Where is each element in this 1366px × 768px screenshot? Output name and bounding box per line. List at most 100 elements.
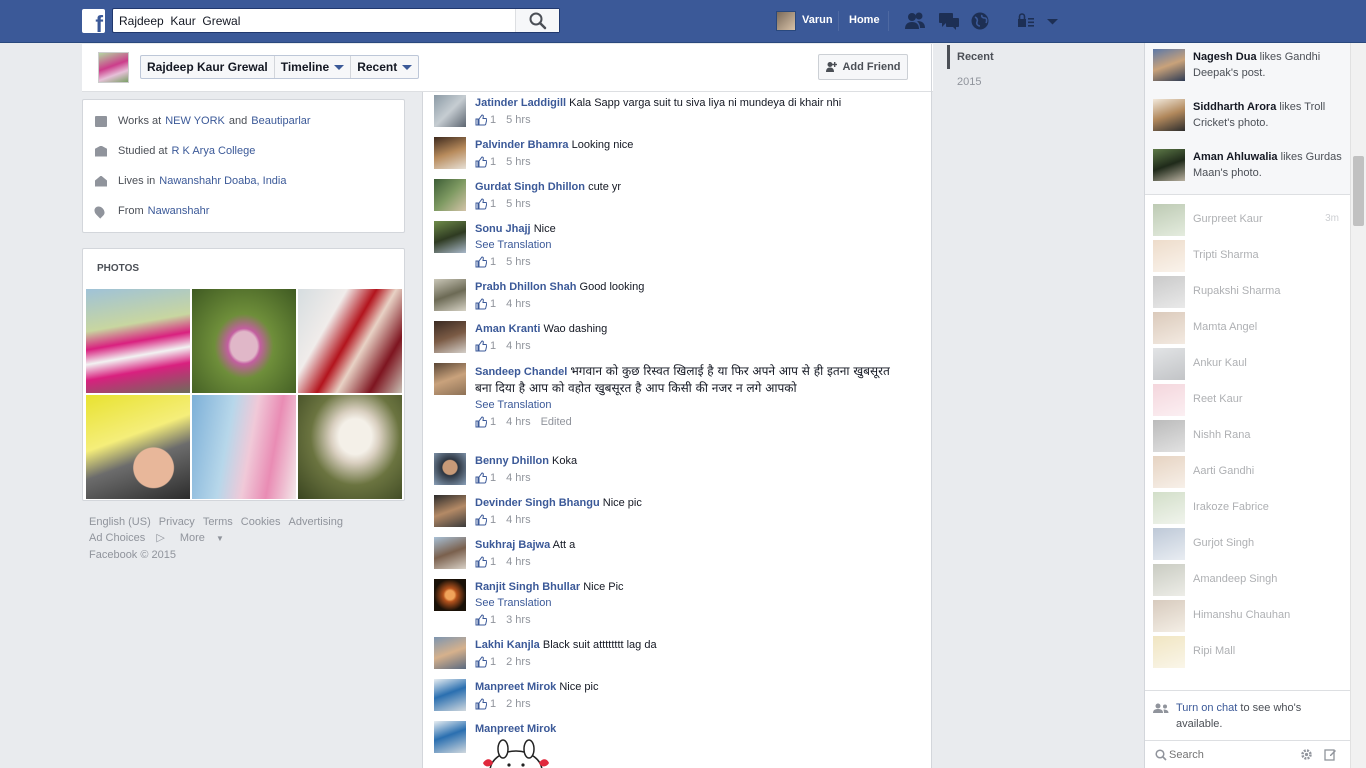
account-menu-chevron-down-icon[interactable] bbox=[1042, 11, 1064, 31]
comment-author-link[interactable]: Benny Dhillon bbox=[475, 455, 549, 467]
comment-timestamp[interactable]: 5 hrs bbox=[506, 254, 530, 270]
messages-icon[interactable] bbox=[938, 11, 960, 31]
comment-author-link[interactable]: Aman Kranti bbox=[475, 323, 540, 335]
turn-on-chat-link[interactable]: Turn on chat bbox=[1176, 702, 1237, 714]
comment-author-link[interactable]: Ranjit Singh Bhullar bbox=[475, 581, 580, 593]
ticker-name[interactable]: Nagesh Dua bbox=[1193, 51, 1257, 63]
commenter-avatar[interactable] bbox=[434, 363, 466, 395]
timeline-dropdown[interactable]: Timeline bbox=[275, 56, 352, 78]
commenter-avatar[interactable] bbox=[434, 321, 466, 353]
like-count[interactable]: 1 bbox=[490, 554, 496, 570]
search-button[interactable] bbox=[515, 9, 559, 32]
like-count[interactable]: 1 bbox=[490, 612, 496, 628]
ticker-name[interactable]: Siddharth Arora bbox=[1193, 101, 1276, 113]
nav-recent-link[interactable]: Recent bbox=[957, 51, 994, 63]
like-thumb-icon[interactable] bbox=[475, 298, 487, 310]
chat-search-input[interactable] bbox=[1169, 746, 1289, 764]
like-count[interactable]: 1 bbox=[490, 512, 496, 528]
chat-buddy[interactable]: Amandeep Singh bbox=[1153, 564, 1343, 596]
comment-timestamp[interactable]: 5 hrs bbox=[506, 196, 530, 212]
ticker-avatar[interactable] bbox=[1153, 99, 1185, 131]
chat-buddy[interactable]: Aarti Gandhi bbox=[1153, 456, 1343, 488]
like-count[interactable]: 1 bbox=[490, 154, 496, 170]
recent-dropdown[interactable]: Recent bbox=[351, 56, 418, 78]
commenter-avatar[interactable] bbox=[434, 279, 466, 311]
commenter-avatar[interactable] bbox=[434, 137, 466, 169]
chat-buddy[interactable]: Nishh Rana bbox=[1153, 420, 1343, 452]
scrollbar-thumb[interactable] bbox=[1353, 156, 1364, 226]
commenter-avatar[interactable] bbox=[434, 637, 466, 669]
comment-timestamp[interactable]: 5 hrs bbox=[506, 154, 530, 170]
intro-work-link-employer[interactable]: Beautiparlar bbox=[251, 115, 310, 127]
like-count[interactable]: 1 bbox=[490, 470, 496, 486]
compose-icon[interactable] bbox=[1324, 748, 1337, 761]
comment-timestamp[interactable]: 2 hrs bbox=[506, 654, 530, 670]
like-thumb-icon[interactable] bbox=[475, 472, 487, 484]
commenter-avatar[interactable] bbox=[434, 179, 466, 211]
comment-author-link[interactable]: Sukhraj Bajwa bbox=[475, 539, 550, 551]
like-count[interactable]: 1 bbox=[490, 414, 496, 430]
like-thumb-icon[interactable] bbox=[475, 656, 487, 668]
comment-author-link[interactable]: Manpreet Mirok bbox=[475, 723, 556, 735]
footer-more-link[interactable]: More ▼ bbox=[180, 532, 232, 544]
profile-thumbnail[interactable] bbox=[98, 52, 129, 83]
like-count[interactable]: 1 bbox=[490, 696, 496, 712]
photo-thumbnail[interactable] bbox=[86, 289, 190, 393]
photo-thumbnail[interactable] bbox=[298, 395, 402, 499]
footer-privacy-link[interactable]: Privacy bbox=[159, 516, 195, 528]
like-thumb-icon[interactable] bbox=[475, 514, 487, 526]
commenter-avatar[interactable] bbox=[434, 721, 466, 753]
gear-icon[interactable] bbox=[1300, 748, 1313, 761]
chat-buddy[interactable]: Gurpreet Kaur 3m bbox=[1153, 204, 1343, 236]
chat-buddy[interactable]: Mamta Angel bbox=[1153, 312, 1343, 344]
chat-buddy[interactable]: Irakoze Fabrice bbox=[1153, 492, 1343, 524]
chat-buddy[interactable]: Reet Kaur bbox=[1153, 384, 1343, 416]
comment-timestamp[interactable]: 3 hrs bbox=[506, 612, 530, 628]
like-thumb-icon[interactable] bbox=[475, 698, 487, 710]
like-thumb-icon[interactable] bbox=[475, 614, 487, 626]
intro-work-link-city[interactable]: NEW YORK bbox=[165, 115, 225, 127]
intro-from-link[interactable]: Nawanshahr bbox=[148, 205, 210, 217]
facebook-logo-icon[interactable]: f bbox=[82, 9, 105, 36]
like-thumb-icon[interactable] bbox=[475, 416, 487, 428]
comment-author-link[interactable]: Manpreet Mirok bbox=[475, 681, 556, 693]
comment-timestamp[interactable]: 2 hrs bbox=[506, 696, 530, 712]
comment-author-link[interactable]: Devinder Singh Bhangu bbox=[475, 497, 600, 509]
ticker-avatar[interactable] bbox=[1153, 149, 1185, 181]
comment-author-link[interactable]: Sonu Jhajj bbox=[475, 223, 531, 235]
comment-timestamp[interactable]: 4 hrs bbox=[506, 470, 530, 486]
privacy-shortcuts-icon[interactable] bbox=[1015, 11, 1037, 31]
commenter-avatar[interactable] bbox=[434, 679, 466, 711]
like-thumb-icon[interactable] bbox=[475, 198, 487, 210]
like-thumb-icon[interactable] bbox=[475, 340, 487, 352]
chat-buddy[interactable]: Himanshu Chauhan bbox=[1153, 600, 1343, 632]
footer-english-link[interactable]: English (US) bbox=[89, 516, 151, 528]
ticker-name[interactable]: Aman Ahluwalia bbox=[1193, 151, 1278, 163]
see-translation-link[interactable]: See Translation bbox=[475, 237, 925, 253]
commenter-avatar[interactable] bbox=[434, 221, 466, 253]
comment-timestamp[interactable]: 4 hrs bbox=[506, 512, 530, 528]
nav-year-link[interactable]: 2015 bbox=[957, 76, 981, 88]
comment-author-link[interactable]: Palvinder Bhamra bbox=[475, 139, 569, 151]
comment-timestamp[interactable]: 4 hrs bbox=[506, 414, 530, 430]
add-friend-button[interactable]: Add Friend bbox=[818, 54, 908, 80]
like-thumb-icon[interactable] bbox=[475, 156, 487, 168]
chat-buddy[interactable]: Tripti Sharma bbox=[1153, 240, 1343, 272]
comment-timestamp[interactable]: 4 hrs bbox=[506, 554, 530, 570]
like-count[interactable]: 1 bbox=[490, 296, 496, 312]
home-link[interactable]: Home bbox=[849, 14, 880, 26]
like-thumb-icon[interactable] bbox=[475, 556, 487, 568]
chat-buddy[interactable]: Ankur Kaul bbox=[1153, 348, 1343, 380]
comment-author-link[interactable]: Jatinder Laddigill bbox=[475, 97, 566, 109]
like-thumb-icon[interactable] bbox=[475, 256, 487, 268]
comment-author-link[interactable]: Gurdat Singh Dhillon bbox=[475, 181, 585, 193]
like-count[interactable]: 1 bbox=[490, 654, 496, 670]
comment-timestamp[interactable]: 4 hrs bbox=[506, 338, 530, 354]
like-count[interactable]: 1 bbox=[490, 196, 496, 212]
chat-buddy[interactable]: Gurjot Singh bbox=[1153, 528, 1343, 560]
like-count[interactable]: 1 bbox=[490, 254, 496, 270]
commenter-avatar[interactable] bbox=[434, 95, 466, 127]
chat-buddy[interactable]: Rupakshi Sharma bbox=[1153, 276, 1343, 308]
intro-lives-link[interactable]: Nawanshahr Doaba, India bbox=[159, 175, 286, 187]
chat-buddy[interactable]: Ripi Mall bbox=[1153, 636, 1343, 668]
